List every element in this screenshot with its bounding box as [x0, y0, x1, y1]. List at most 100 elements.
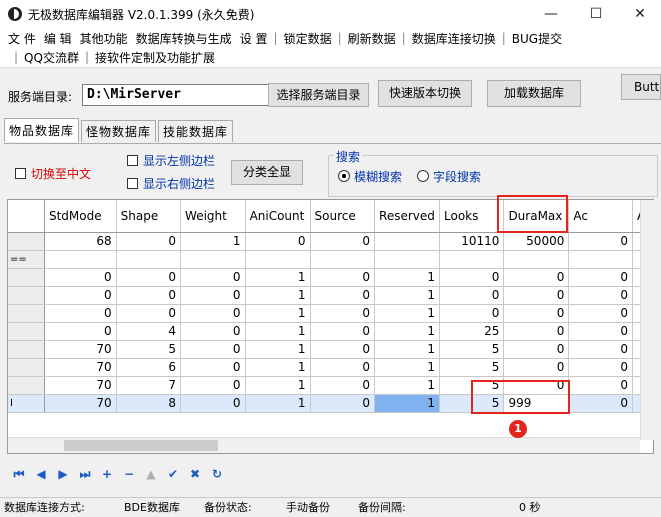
menu-db-switch[interactable]: 数据库连接切换 [408, 30, 500, 47]
table-cell[interactable]: 0 [310, 376, 376, 395]
row-indicator[interactable]: == [8, 250, 45, 269]
table-cell[interactable]: 1 [245, 340, 311, 359]
table-cell[interactable]: 0 [44, 286, 117, 305]
field-search-radio[interactable] [417, 170, 429, 182]
table-cell[interactable]: 6 [116, 358, 182, 377]
row-indicator[interactable] [8, 376, 45, 395]
row-indicator[interactable] [8, 286, 45, 305]
table-cell[interactable]: 70 [44, 358, 117, 377]
column-header[interactable]: Weight [180, 200, 246, 233]
table-row[interactable]: 68 0 1 0 0 10110 50000 0 [8, 232, 653, 251]
table-cell[interactable]: 5 [439, 340, 505, 359]
table-cell[interactable]: 0 [180, 286, 246, 305]
show-right-checkbox[interactable] [127, 178, 138, 189]
table-row[interactable]: 000101000 [8, 304, 653, 323]
table-cell[interactable]: 0 [568, 232, 634, 251]
table-cell[interactable]: 7 [116, 376, 182, 395]
table-cell[interactable]: 50000 [503, 232, 570, 251]
server-dir-input[interactable]: D:\MirServer [82, 84, 270, 106]
table-row[interactable]: 70 5 0 1 0 1 5 0 0 [8, 340, 653, 359]
menu-file[interactable]: 文 件 [4, 30, 40, 47]
table-cell[interactable]: 1 [245, 286, 311, 305]
table-cell[interactable]: 0 [503, 340, 570, 359]
first-record-icon[interactable]: ⏮ [8, 467, 30, 482]
table-cell[interactable]: 0 [568, 376, 634, 395]
tab-items[interactable]: 物品数据库 [4, 118, 80, 142]
table-cell[interactable]: 1 [374, 304, 441, 323]
table-cell[interactable]: 1 [374, 376, 441, 395]
load-db-button[interactable]: 加载数据库 [487, 80, 581, 107]
minimize-button[interactable]: — [529, 0, 573, 28]
row-indicator[interactable] [8, 340, 45, 359]
table-cell[interactable]: 0 [44, 268, 117, 287]
table-cell[interactable]: 0 [310, 304, 376, 323]
last-record-icon[interactable]: ⏭ [74, 467, 96, 482]
table-cell[interactable]: 1 [245, 376, 311, 395]
switch-chinese-checkbox[interactable] [15, 168, 26, 179]
table-row[interactable]: 000101000 [8, 268, 653, 287]
table-cell[interactable]: 0 [180, 340, 246, 359]
column-header[interactable]: AniCount [245, 200, 311, 233]
table-cell[interactable]: 1 [374, 358, 441, 377]
column-header[interactable]: Shape [116, 200, 182, 233]
menu-refresh-data[interactable]: 刷新数据 [344, 30, 400, 47]
table-cell[interactable]: 0 [180, 268, 246, 287]
menu-bug-report[interactable]: BUG提交 [508, 30, 566, 47]
fuzzy-search-radio[interactable] [338, 170, 350, 182]
horizontal-scroll-thumb[interactable] [64, 440, 218, 451]
table-cell[interactable]: 0 [180, 376, 246, 395]
row-indicator[interactable] [8, 232, 45, 251]
table-cell[interactable]: 0 [439, 268, 505, 287]
table-cell[interactable] [503, 250, 570, 269]
table-cell[interactable]: 10110 [439, 232, 505, 251]
table-cell[interactable]: 0 [44, 304, 117, 323]
table-cell[interactable]: 1 [245, 304, 311, 323]
table-cell[interactable]: 70 [44, 340, 117, 359]
extra-button[interactable]: Button [621, 74, 661, 100]
table-cell[interactable]: 1 [374, 394, 441, 413]
menu-convert[interactable]: 数据库转换与生成 [132, 30, 236, 47]
table-cell[interactable]: 0 [310, 268, 376, 287]
table-cell[interactable]: 1 [245, 358, 311, 377]
table-cell[interactable]: 0 [180, 304, 246, 323]
menu-other[interactable]: 其他功能 [76, 30, 132, 47]
column-header[interactable]: Source [310, 200, 376, 233]
table-row[interactable]: 000101000 [8, 286, 653, 305]
horizontal-scrollbar[interactable] [8, 437, 640, 453]
show-all-categories-button[interactable]: 分类全显 [231, 160, 303, 185]
edit-record-icon[interactable]: ▲ [140, 467, 162, 481]
row-indicator[interactable] [8, 268, 45, 287]
maximize-button[interactable]: ☐ [574, 0, 618, 28]
column-header[interactable]: Ac [568, 200, 634, 233]
insert-record-icon[interactable]: + [96, 467, 118, 481]
quick-switch-button[interactable]: 快速版本切换 [378, 80, 472, 107]
table-cell[interactable]: 1 [374, 322, 441, 341]
table-cell[interactable]: 0 [503, 286, 570, 305]
table-cell[interactable]: 0 [245, 232, 311, 251]
row-indicator[interactable] [8, 304, 45, 323]
tab-skills[interactable]: 技能数据库 [158, 120, 234, 142]
table-cell[interactable]: 5 [116, 340, 182, 359]
row-indicator[interactable]: I [8, 394, 45, 413]
table-cell[interactable]: 0 [503, 268, 570, 287]
table-cell[interactable]: 70 [44, 394, 117, 413]
table-cell[interactable]: 0 [116, 232, 182, 251]
table-cell[interactable]: 1 [245, 268, 311, 287]
post-record-icon[interactable]: ✔ [162, 467, 184, 481]
menu-qq-group[interactable]: QQ交流群 [20, 49, 83, 66]
table-cell[interactable]: 0 [310, 322, 376, 341]
table-cell[interactable]: 0 [310, 358, 376, 377]
table-cell[interactable]: 0 [310, 232, 376, 251]
table-row[interactable]: 0 4 0 1 0 1 25 0 0 [8, 322, 653, 341]
table-cell[interactable]: 1 [374, 268, 441, 287]
table-row[interactable]: == [8, 250, 653, 269]
row-indicator[interactable] [8, 358, 45, 377]
table-cell[interactable] [568, 250, 634, 269]
table-cell[interactable]: 0 [116, 286, 182, 305]
next-record-icon[interactable]: ▶ [52, 467, 74, 481]
table-cell[interactable]: 0 [568, 268, 634, 287]
table-cell[interactable]: 0 [439, 286, 505, 305]
table-cell[interactable]: 68 [44, 232, 117, 251]
row-indicator[interactable] [8, 322, 45, 341]
table-cell[interactable]: 25 [439, 322, 505, 341]
